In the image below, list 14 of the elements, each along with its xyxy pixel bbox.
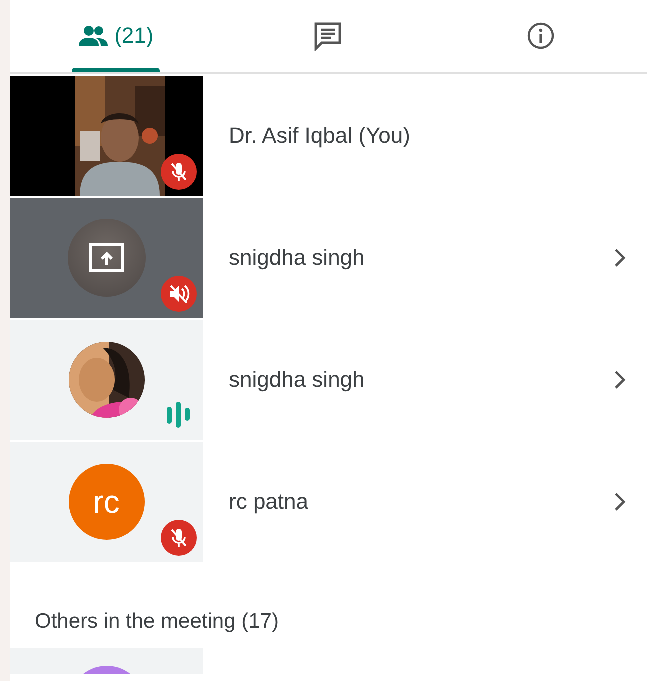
- avatar-initials: rc: [93, 484, 120, 520]
- chevron-icon[interactable]: [613, 370, 627, 390]
- info-icon: [526, 22, 555, 50]
- participant-name: rc patna: [229, 489, 310, 515]
- chevron-icon[interactable]: [613, 248, 627, 268]
- chevron-icon[interactable]: [613, 492, 627, 512]
- people-icon: [78, 25, 109, 47]
- participant-name: Dr. Asif Iqbal (You): [229, 123, 412, 149]
- screen-share-icon: [88, 243, 124, 273]
- participant-name: snigdha singh: [229, 245, 366, 271]
- section-heading: Others in the meeting (17): [35, 610, 280, 635]
- chat-icon: [313, 21, 344, 51]
- participant-name: snigdha singh: [229, 367, 366, 393]
- people-tab[interactable]: (21): [10, 0, 222, 72]
